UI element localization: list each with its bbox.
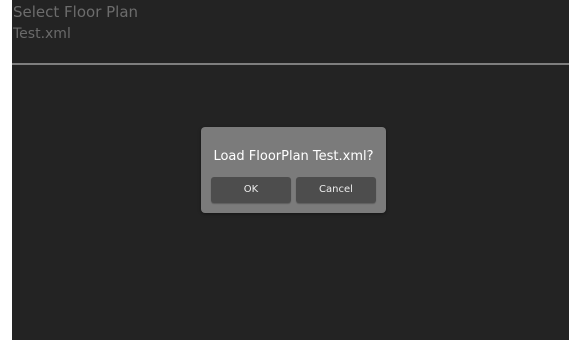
app-screen: Select Floor Plan Test.xml Load FloorPla… [12, 0, 569, 340]
load-confirm-dialog: Load FloorPlan Test.xml? OK Cancel [201, 127, 386, 213]
page-title: Select Floor Plan [13, 3, 139, 21]
dialog-message: Load FloorPlan Test.xml? [213, 149, 374, 164]
cancel-button[interactable]: Cancel [296, 177, 376, 203]
file-list-item[interactable]: Test.xml [13, 26, 71, 42]
ok-button[interactable]: OK [211, 177, 291, 203]
header-divider [12, 63, 569, 65]
